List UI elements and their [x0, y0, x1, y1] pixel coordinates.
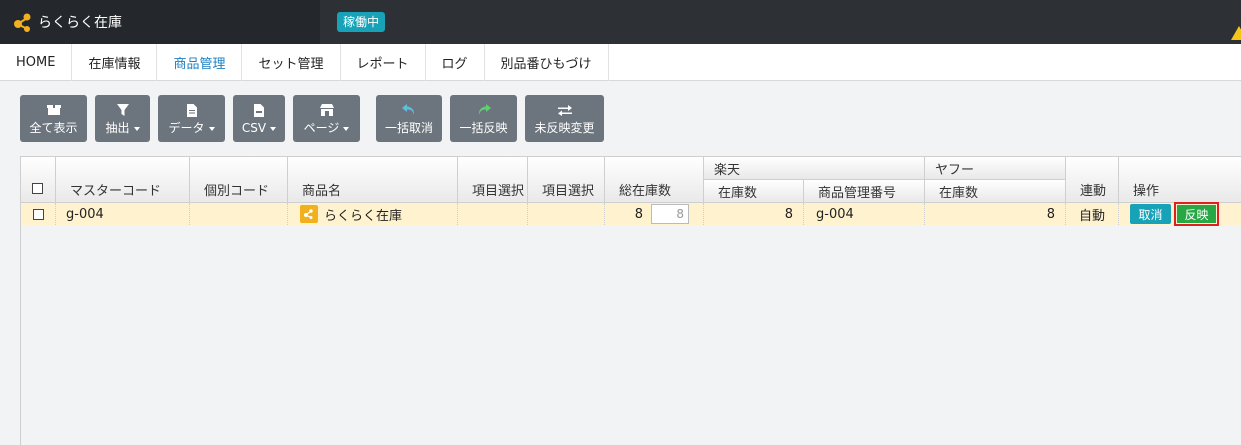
header-product-name[interactable]: 商品名: [288, 157, 458, 203]
boxes-icon: [46, 102, 61, 118]
csv-dropdown-button[interactable]: CSV: [233, 95, 285, 142]
row-cancel-button[interactable]: 取消: [1130, 204, 1171, 224]
share-nodes-logo-icon: [14, 13, 31, 32]
product-grid: マスターコード 個別コード 商品名 項目選択 項目選択 総在庫数 楽天 在庫数 …: [20, 156, 1241, 445]
cell-link: 自動: [1066, 203, 1119, 225]
nav-product-management[interactable]: 商品管理: [157, 44, 243, 81]
header-yahoo-stock[interactable]: 在庫数: [925, 180, 1066, 203]
store-icon: [319, 102, 334, 118]
row-apply-highlight: 反映: [1174, 202, 1219, 226]
select-all-checkbox[interactable]: [32, 183, 43, 194]
header-item-select-1[interactable]: 項目選択: [458, 157, 528, 203]
cell-operation: 取消 反映: [1119, 202, 1241, 226]
csv-file-icon: [254, 102, 264, 118]
app-title: らくらく在庫: [38, 15, 122, 31]
cell-item-select-2: [528, 203, 605, 225]
extract-dropdown-button[interactable]: 抽出: [95, 95, 150, 142]
cell-yahoo-stock: 8: [925, 203, 1066, 225]
cell-master-code: g-004: [56, 203, 190, 225]
top-header: らくらく在庫 稼働中: [0, 0, 1241, 44]
cell-rakuten-stock: 8: [704, 203, 804, 225]
select-all-header: [21, 157, 56, 203]
bulk-apply-button[interactable]: 一括反映: [450, 95, 517, 142]
data-dropdown-button[interactable]: データ: [158, 95, 225, 142]
warning-icon[interactable]: [1231, 26, 1241, 40]
status-badge: 稼働中: [337, 12, 386, 32]
total-stock-input[interactable]: 8: [651, 204, 689, 224]
cell-item-select-1: [458, 203, 528, 225]
caret-down-icon: [208, 126, 215, 131]
nav-report[interactable]: レポート: [341, 44, 426, 81]
header-operation: 操作: [1119, 157, 1241, 203]
document-icon: [186, 102, 197, 118]
product-thumbnail-icon: [300, 205, 318, 223]
cell-product-name: らくらく在庫: [288, 203, 458, 225]
nav-stock-info[interactable]: 在庫情報: [72, 44, 158, 81]
header-total-stock[interactable]: 総在庫数: [605, 157, 704, 203]
header-rakuten-mgmt-no[interactable]: 商品管理番号: [804, 180, 925, 203]
caret-down-icon: [133, 126, 140, 131]
header-item-select-2[interactable]: 項目選択: [528, 157, 605, 203]
brand[interactable]: らくらく在庫: [0, 0, 320, 44]
header-group-yahoo: ヤフー: [925, 157, 1066, 180]
header-group-rakuten: 楽天: [704, 157, 925, 180]
header-master-code[interactable]: マスターコード: [56, 157, 190, 203]
show-all-button[interactable]: 全て表示: [20, 95, 87, 142]
cell-total-stock: 8 8: [605, 203, 704, 225]
cell-individual-code: [190, 203, 288, 225]
row-select-cell: [21, 203, 56, 225]
nav-alt-sku-link[interactable]: 別品番ひもづけ: [485, 44, 609, 81]
redo-icon: [477, 102, 491, 118]
nav-home[interactable]: HOME: [0, 44, 73, 81]
row-checkbox[interactable]: [32, 208, 44, 220]
nav-log[interactable]: ログ: [426, 44, 485, 81]
filter-icon: [116, 102, 129, 118]
caret-down-icon: [270, 126, 277, 131]
nav-set-management[interactable]: セット管理: [242, 44, 341, 81]
unapplied-changes-button[interactable]: 未反映変更: [525, 95, 604, 142]
header-individual-code[interactable]: 個別コード: [190, 157, 288, 203]
main-nav: HOME 在庫情報 商品管理 セット管理 レポート ログ 別品番ひもづけ: [0, 44, 1241, 81]
bulk-cancel-button[interactable]: 一括取消: [376, 95, 442, 142]
page-dropdown-button[interactable]: ページ: [293, 95, 360, 142]
undo-icon: [402, 102, 416, 118]
header-link[interactable]: 連動: [1066, 157, 1119, 203]
caret-down-icon: [343, 126, 350, 131]
total-stock-value: 8: [634, 206, 643, 222]
exchange-arrows-icon: [557, 102, 572, 118]
header-rakuten-stock[interactable]: 在庫数: [704, 180, 804, 203]
cell-rakuten-mgmt-no: g-004: [804, 203, 925, 225]
table-row[interactable]: g-004 らくらく在庫 8 8 8 g-004 8 自動 取消 反映: [21, 202, 1241, 226]
product-name-text: らくらく在庫: [324, 208, 403, 224]
row-apply-button[interactable]: 反映: [1177, 205, 1216, 223]
